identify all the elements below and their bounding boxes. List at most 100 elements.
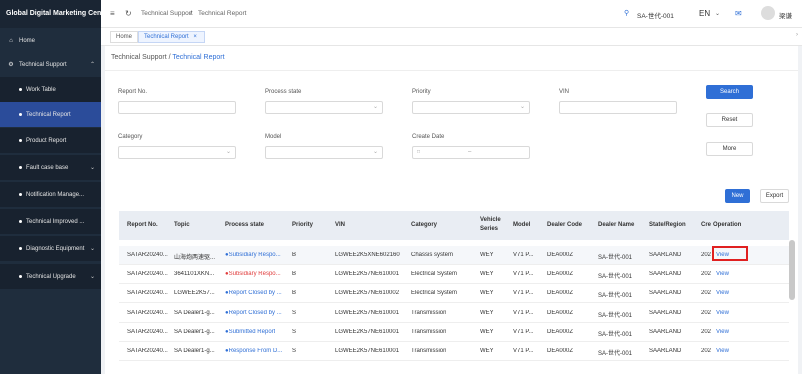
- table-cell-series: WEY: [480, 290, 494, 297]
- bullet-icon: [19, 193, 22, 196]
- highlight-box: [712, 246, 748, 261]
- table-cell-topic: LGWEE2K57...: [174, 290, 215, 297]
- app-title: Global Digital Marketing Center: [0, 0, 110, 28]
- report-no-input[interactable]: [118, 101, 236, 114]
- date-range-separator: –: [468, 149, 472, 155]
- table-cell-region: SAARLAND: [649, 348, 682, 354]
- sidebar-item[interactable]: Technical Improved ...: [0, 209, 101, 234]
- new-button[interactable]: New: [725, 189, 750, 203]
- process-state-label: Process state: [265, 89, 302, 95]
- chevron-icon: ⌄: [89, 274, 95, 280]
- bullet-icon: [19, 275, 22, 278]
- account-name[interactable]: SA-世代-001: [637, 10, 674, 20]
- table-cell-topic: SA Dealer1-g...: [174, 309, 215, 316]
- table-cell-vin: LGWEE2K57NE610001: [335, 348, 400, 354]
- sidebar-item-label: Technical Improved ...: [26, 218, 85, 225]
- table-cell-dealer-name: SA-世代-001: [598, 255, 633, 261]
- table-cell-series: WEY: [480, 252, 494, 258]
- breadcrumb-1[interactable]: Technical Support: [141, 10, 193, 17]
- bullet-icon: [19, 247, 22, 250]
- sidebar-item[interactable]: Product Report: [0, 128, 101, 153]
- sidebar-item[interactable]: Technical Upgrade ⌄: [0, 264, 101, 289]
- table-scrollbar[interactable]: [789, 240, 795, 300]
- table-cell-category: Electrical System: [411, 271, 458, 278]
- sidebar-item-label: Diagnostic Equipment: [26, 245, 85, 252]
- view-link[interactable]: View: [716, 348, 729, 354]
- sidebar-item[interactable]: Work Table: [0, 77, 101, 102]
- table-cell-report: SATAR20240...: [127, 290, 168, 297]
- view-link[interactable]: View: [716, 310, 729, 316]
- breadcrumb-2: Technical Report: [198, 10, 247, 17]
- category-label: Category: [118, 134, 143, 140]
- table-cell-model: V71 P...: [513, 328, 534, 335]
- chevron-icon: ⌄: [89, 246, 95, 252]
- sidebar-item-label: Work Table: [26, 86, 56, 93]
- sidebar-item[interactable]: Fault case base ⌄: [0, 155, 101, 180]
- table-cell-dealer-code: DEA000Z: [547, 328, 574, 335]
- category-select[interactable]: ⌄: [118, 146, 236, 159]
- reset-button[interactable]: Reset: [706, 113, 753, 127]
- tab-home[interactable]: Home: [110, 31, 139, 43]
- table-cell-topic: 山海炮两速驱...: [174, 255, 216, 261]
- chevron-down-icon: ⌄: [519, 104, 525, 110]
- th-vehicle-series-2: Series: [480, 226, 499, 232]
- refresh-icon[interactable]: ↻: [125, 9, 132, 18]
- export-button[interactable]: Export: [760, 189, 789, 203]
- sidebar-item[interactable]: Notification Manage...: [0, 182, 101, 207]
- view-link[interactable]: View: [716, 290, 729, 296]
- table-cell-category: Electrical System: [411, 290, 458, 297]
- sidebar-item[interactable]: ⚙ Technical Support ⌃: [0, 52, 101, 77]
- table-row[interactable]: SATAR20240... 山海炮两速驱... ●Subsidiary Respo.…: [119, 246, 789, 265]
- model-label: Model: [265, 134, 282, 140]
- table-cell-dealer-code: DEA000Z: [547, 252, 574, 258]
- table-cell-category: Transmission: [411, 309, 447, 316]
- avatar[interactable]: [761, 6, 775, 20]
- sidebar-item[interactable]: Technical Report: [0, 102, 101, 127]
- sidebar-item[interactable]: Diagnostic Equipment ⌄: [0, 236, 101, 261]
- vin-label: VIN: [559, 89, 570, 95]
- chevron-down-icon: ⌄: [372, 149, 378, 155]
- th-operation: Operation: [713, 222, 742, 228]
- close-icon[interactable]: ×: [193, 34, 197, 40]
- view-link[interactable]: View: [716, 329, 729, 335]
- create-date-range[interactable]: □ –: [412, 146, 530, 159]
- page-crumb-2: Technical Report: [172, 54, 225, 61]
- table-row[interactable]: SATAR20240... SA Dealer1-g... ●Report Clos…: [119, 303, 789, 323]
- menu-toggle-icon[interactable]: ≡: [110, 9, 115, 18]
- table-row[interactable]: SATAR20240... SA Dealer1-g... ●Response Fr…: [119, 342, 789, 361]
- user-name[interactable]: 梁谦: [779, 10, 792, 20]
- home-icon: ⌂: [9, 37, 13, 44]
- table-cell-report: SATAR20240...: [127, 328, 168, 335]
- table-cell-dealer-name: SA-世代-001: [598, 274, 633, 281]
- th-priority: Priority: [292, 222, 314, 228]
- table-row[interactable]: SATAR20240... 3641101XKN... ●Subsidiary Re…: [119, 265, 789, 285]
- page-crumb-1[interactable]: Technical Support: [111, 54, 167, 61]
- sidebar-item-label: Technical Upgrade: [26, 273, 76, 280]
- search-button[interactable]: Search: [706, 85, 753, 99]
- chevron-icon: ⌄: [89, 165, 95, 171]
- table-cell-model: V71 P...: [513, 252, 534, 258]
- table-cell-dealer-code: DEA000Z: [547, 348, 574, 354]
- th-topic: Topic: [174, 222, 190, 228]
- model-select[interactable]: ⌄: [265, 146, 383, 159]
- table-cell-topic: 3641101XKN...: [174, 271, 215, 278]
- language-select[interactable]: EN: [699, 9, 710, 18]
- priority-select[interactable]: ⌄: [412, 101, 530, 114]
- tabs-scroll-right-icon[interactable]: ›: [796, 32, 798, 38]
- topbar: ≡ ↻ Technical Support / Technical Report…: [101, 0, 802, 28]
- view-link[interactable]: View: [716, 271, 729, 277]
- table-cell-region: SAARLAND: [649, 290, 682, 297]
- process-state-select[interactable]: ⌄: [265, 101, 383, 114]
- mail-icon[interactable]: ✉: [735, 9, 742, 18]
- th-category: Category: [411, 222, 438, 228]
- table-cell-state: ●Report Closed by ...: [225, 309, 282, 316]
- vin-input[interactable]: [559, 101, 677, 114]
- language-chevron-icon[interactable]: ⌄: [715, 10, 720, 17]
- sidebar-item[interactable]: ⌂ Home: [0, 28, 101, 53]
- table-cell-cre: 202: [701, 271, 711, 278]
- table-row[interactable]: SATAR20240... LGWEE2K57... ●Report Closed …: [119, 284, 789, 304]
- table-cell-vin: LGWEE2K5XNE602160: [335, 252, 400, 258]
- table-row[interactable]: SATAR20240... SA Dealer1-g... ●Submitted R…: [119, 322, 789, 342]
- tab-technical-report[interactable]: Technical Report ×: [138, 31, 205, 43]
- more-button[interactable]: More: [706, 142, 753, 156]
